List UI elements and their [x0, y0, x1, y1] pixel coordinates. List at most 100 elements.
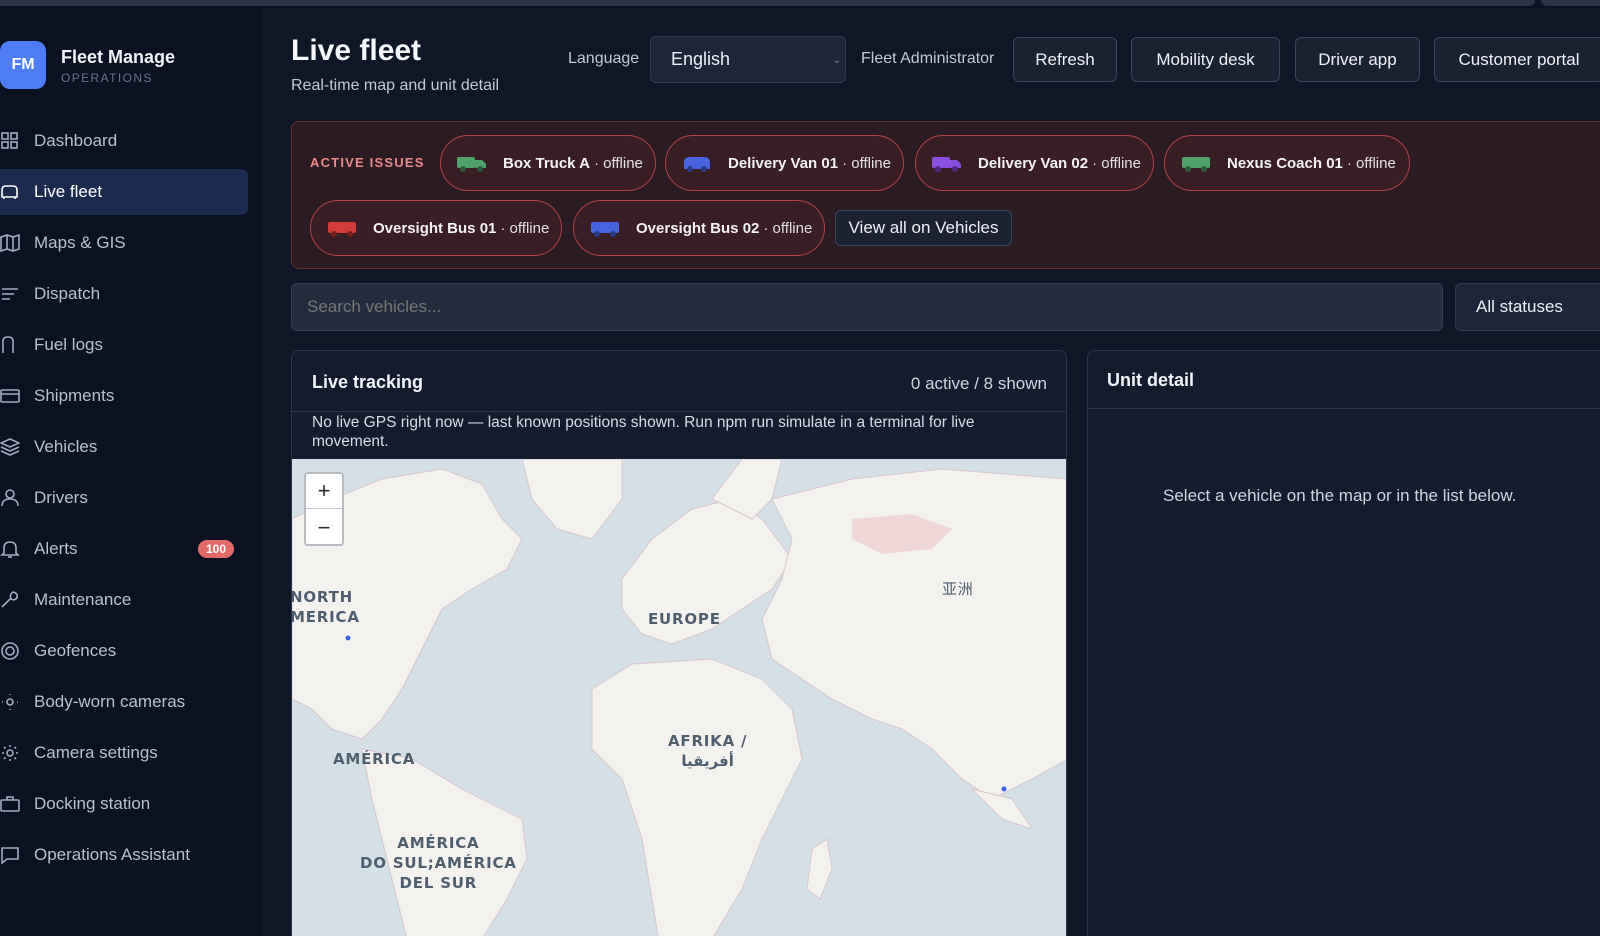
map-label-africa: AFRIKA / أفريقيا	[668, 732, 748, 770]
sidebar-item-label: Live fleet	[34, 182, 103, 201]
sidebar-item-live-fleet[interactable]: Live fleet	[0, 169, 248, 215]
language-select[interactable]: English ⌄	[650, 36, 846, 83]
sidebar-item-body-worn-cameras[interactable]: Body-worn cameras	[0, 679, 248, 725]
live-tracking-header: Live tracking 0 active / 8 shown	[292, 351, 1066, 412]
top-scroll-bar-end	[1541, 0, 1600, 6]
issue-vehicle-name: Oversight Bus 02	[636, 219, 760, 237]
app-logo: FM	[0, 41, 46, 89]
target-icon	[1, 642, 19, 660]
view-all-vehicles-button[interactable]: View all on Vehicles	[835, 210, 1012, 246]
issue-chip[interactable]: Delivery Van 02 · offline	[915, 135, 1154, 191]
layers-icon	[0, 438, 20, 456]
unit-detail-empty-state: Select a vehicle on the map or in the li…	[1163, 486, 1517, 505]
sidebar: FM Fleet Manage OPERATIONS Dashboard Liv…	[0, 8, 262, 936]
user-role: Fleet Administrator	[861, 50, 995, 67]
issue-chip[interactable]: Oversight Bus 02 · offline	[573, 200, 825, 256]
issue-vehicle-name: Oversight Bus 01	[373, 219, 497, 237]
issue-vehicle-name: Delivery Van 01	[728, 154, 839, 172]
chat-icon	[1, 847, 19, 864]
top-strip	[0, 0, 1600, 8]
customer-portal-button[interactable]: Customer portal	[1434, 37, 1600, 82]
search-input[interactable]	[291, 283, 1443, 331]
fuel-icon	[2, 336, 14, 353]
map-label-america: AMÉRICA	[333, 750, 416, 768]
status-filter-value: All statuses	[1476, 297, 1563, 316]
gps-notice: No live GPS right now — last known posit…	[312, 414, 975, 450]
world-map[interactable]: NORTH MERICA EUROPE 亚洲 AMÉRICA AFRIKA / …	[292, 459, 1066, 936]
sidebar-item-operations-assistant[interactable]: Operations Assistant	[0, 832, 248, 878]
issue-vehicle-status: · offline	[842, 154, 891, 172]
status-filter-select[interactable]: All statuses ⌄	[1455, 283, 1600, 331]
sidebar-item-vehicles[interactable]: Vehicles	[0, 424, 248, 470]
sidebar-item-camera-settings[interactable]: Camera settings	[0, 730, 248, 776]
sidebar-item-shipments[interactable]: Shipments	[0, 373, 248, 419]
sidebar-item-label: Dispatch	[34, 284, 101, 303]
card-icon	[0, 389, 20, 403]
sidebar-item-label: Body-worn cameras	[34, 692, 186, 711]
app-subtitle: OPERATIONS	[61, 71, 153, 85]
sidebar-item-alerts[interactable]: Alerts 100	[0, 526, 248, 572]
refresh-button[interactable]: Refresh	[1013, 37, 1117, 82]
camera-icon	[2, 694, 18, 710]
issue-vehicle-status: · offline	[593, 154, 643, 172]
issue-chip[interactable]: Delivery Van 01 · offline	[665, 135, 904, 191]
sidebar-item-drivers[interactable]: Drivers	[0, 475, 248, 521]
mobility-desk-button[interactable]: Mobility desk	[1131, 37, 1280, 82]
sidebar-item-geofences[interactable]: Geofences	[0, 628, 248, 674]
sidebar-item-maps-gis[interactable]: Maps & GIS	[0, 220, 248, 266]
zoom-in-button[interactable]: +	[306, 474, 342, 509]
sidebar-item-maintenance[interactable]: Maintenance	[0, 577, 248, 623]
alerts-count-badge: 100	[197, 540, 234, 558]
gear-icon	[2, 745, 18, 761]
sidebar-item-label: Fuel logs	[34, 335, 103, 354]
truck-icon	[457, 157, 486, 172]
sidebar-item-docking-station[interactable]: Docking station	[0, 781, 248, 827]
sidebar-item-label: Maps & GIS	[34, 233, 126, 252]
map-label-north-america: NORTH MERICA	[292, 588, 360, 626]
map-label-europe: EUROPE	[648, 610, 721, 628]
sidebar-item-dashboard[interactable]: Dashboard	[0, 118, 248, 164]
issue-vehicle-status: · offline	[1092, 154, 1141, 172]
language-value: English	[671, 49, 731, 69]
zoom-out-button[interactable]: −	[306, 510, 342, 545]
page-title: Live fleet	[291, 34, 422, 67]
user-icon	[1, 489, 19, 507]
driver-app-button[interactable]: Driver app	[1295, 37, 1420, 82]
map-label-asia: 亚洲	[942, 580, 974, 598]
sidebar-item-label: Shipments	[34, 386, 115, 405]
truck-icon	[932, 157, 961, 172]
brand[interactable]: FM Fleet Manage OPERATIONS	[0, 41, 262, 91]
car-icon	[1, 185, 18, 199]
zoom-control: + −	[304, 472, 344, 546]
sidebar-item-fuel-logs[interactable]: Fuel logs	[0, 322, 248, 368]
issue-chip[interactable]: Box Truck A · offline	[440, 135, 656, 191]
bus-icon	[328, 222, 356, 237]
sidebar-item-label: Docking station	[34, 794, 151, 813]
briefcase-icon	[0, 796, 20, 812]
sidebar-item-dispatch[interactable]: Dispatch	[0, 271, 248, 317]
vehicle-count: 0 active / 8 shown	[910, 374, 1047, 393]
chevron-down-icon: ⌄	[832, 55, 841, 66]
vehicle-marker	[345, 635, 351, 641]
top-scroll-bar	[0, 0, 1535, 6]
issue-chip[interactable]: Nexus Coach 01 · offline	[1164, 135, 1410, 191]
issue-chip[interactable]: Oversight Bus 01 · offline	[310, 200, 562, 256]
sidebar-item-label: Drivers	[34, 488, 88, 507]
issue-vehicle-status: · offline	[1346, 154, 1396, 172]
wrench-icon	[1, 591, 18, 608]
sidebar-item-label: Maintenance	[34, 590, 132, 609]
bell-icon	[0, 541, 20, 558]
live-tracking-card: Live tracking 0 active / 8 shown No live…	[291, 350, 1067, 936]
app-name: Fleet Manage	[61, 47, 176, 67]
map-label-south-america: AMÉRICA DO SUL;AMÉRICA DEL SUR	[360, 834, 517, 892]
list-icon	[2, 288, 18, 300]
issue-vehicle-name: Box Truck A	[503, 154, 590, 172]
sidebar-nav: Dashboard Live fleet Maps & GIS Dispatch…	[0, 118, 262, 883]
page-subtitle: Real-time map and unit detail	[291, 77, 500, 94]
bus-icon	[1182, 157, 1210, 172]
sidebar-item-label: Vehicles	[34, 437, 98, 456]
language-label: Language	[568, 50, 640, 67]
issue-vehicle-status: · offline	[763, 219, 813, 237]
sidebar-item-label: Camera settings	[34, 743, 158, 762]
unit-detail-title: Unit detail	[1107, 370, 1195, 390]
